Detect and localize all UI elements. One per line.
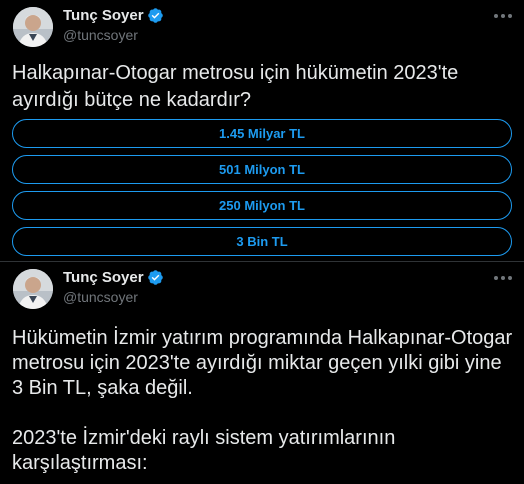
tweet-text: Halkapınar-Otogar metrosu için hükümetin… (12, 62, 459, 111)
author-handle[interactable]: @tuncsoyer (63, 27, 138, 43)
tweet-paragraph-1: Hükümetin İzmir yatırım programında Halk… (12, 327, 513, 399)
tweet-reply[interactable]: Tunç Soyer @tuncsoyer Hükümetin İzmir ya… (0, 262, 524, 484)
poll: 1.45 Milyar TL 501 Milyon TL 250 Milyon … (12, 119, 512, 263)
avatar-image (13, 269, 53, 309)
author-name-row[interactable]: Tunç Soyer (63, 269, 164, 286)
poll-option-3[interactable]: 250 Milyon TL (12, 191, 512, 220)
poll-option-4[interactable]: 3 Bin TL (12, 227, 512, 256)
verified-badge-icon (147, 269, 164, 286)
avatar[interactable] (13, 7, 53, 47)
author-name-row[interactable]: Tunç Soyer (63, 7, 164, 24)
tweet-poll[interactable]: Tunç Soyer @tuncsoyer Halkapınar-Otogar … (0, 0, 524, 262)
avatar-image (13, 7, 53, 47)
poll-option-1[interactable]: 1.45 Milyar TL (12, 119, 512, 148)
author-name[interactable]: Tunç Soyer (63, 269, 144, 286)
author-name[interactable]: Tunç Soyer (63, 7, 144, 24)
tweet-text: Hükümetin İzmir yatırım programında Halk… (12, 326, 517, 476)
verified-badge-icon (147, 7, 164, 24)
avatar[interactable] (13, 269, 53, 309)
tweet-paragraph-2: 2023'te İzmir'deki raylı sistem yatırıml… (12, 427, 396, 474)
more-options-icon[interactable] (494, 272, 512, 284)
more-options-icon[interactable] (494, 10, 512, 22)
poll-option-2[interactable]: 501 Milyon TL (12, 155, 512, 184)
author-handle[interactable]: @tuncsoyer (63, 289, 138, 305)
